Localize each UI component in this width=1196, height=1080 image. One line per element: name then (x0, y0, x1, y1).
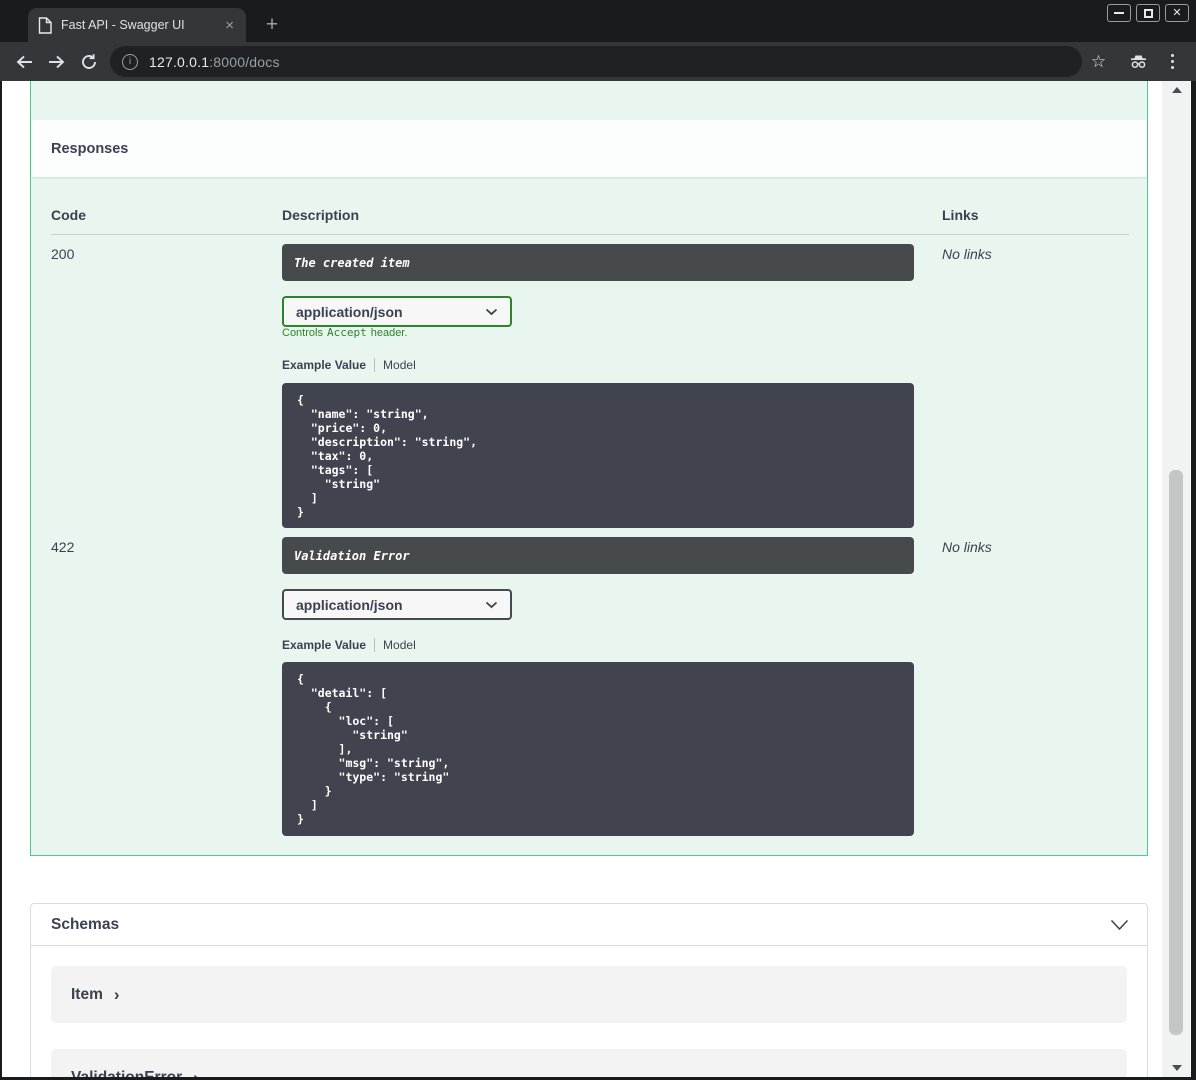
schemas-header: Schemas (31, 904, 1147, 946)
scroll-down-button[interactable] (1172, 1065, 1182, 1071)
info-icon[interactable]: i (122, 53, 138, 70)
accept-header-note: Controls Accept header. (282, 326, 408, 339)
reload-icon (81, 53, 96, 69)
maximize-icon (1143, 8, 1153, 18)
tab-example-value[interactable]: Example Value (282, 638, 366, 652)
table-header-divider (51, 234, 1129, 235)
chevron-right-icon: › (113, 985, 120, 1004)
back-button[interactable] (12, 49, 37, 74)
browser-window: Fast API - Swagger UI × + ✕ i 127.0.0.1:… (0, 0, 1196, 1080)
incognito-badge (1126, 49, 1151, 74)
page-scrollbar[interactable] (1162, 81, 1190, 1077)
example-json-block-422: { "detail": [ { "loc": [ "string" ], "ms… (282, 662, 914, 836)
url-text: 127.0.0.1:8000/docs (149, 53, 280, 70)
scroll-up-button[interactable] (1172, 87, 1182, 93)
no-links-text-200: No links (942, 246, 992, 262)
response-description-200: The created item (282, 244, 914, 281)
menu-button[interactable] (1160, 49, 1185, 74)
tab-separator (374, 358, 376, 372)
chevron-right-icon: › (193, 1069, 199, 1077)
schemas-collapse-button[interactable] (1110, 918, 1129, 936)
column-header-links: Links (942, 207, 979, 223)
kebab-menu-icon (1171, 54, 1174, 69)
tab-strip: Fast API - Swagger UI × + ✕ (0, 0, 1196, 42)
model-tabs-422: Example Value Model (282, 637, 416, 653)
url-bar[interactable]: i 127.0.0.1:8000/docs (110, 46, 1082, 77)
scrollbar-thumb[interactable] (1169, 470, 1183, 1035)
incognito-icon (1131, 55, 1146, 68)
schemas-section: Schemas Item › ValidationError › (30, 903, 1148, 1077)
responses-section-header: Responses (31, 120, 1147, 177)
media-type-select-200[interactable]: application/json (282, 296, 512, 327)
tab-separator (374, 638, 376, 652)
close-button[interactable]: ✕ (1165, 4, 1189, 22)
model-name: ValidationError (71, 1068, 183, 1078)
no-links-text-422: No links (942, 539, 992, 555)
page-icon (38, 16, 52, 34)
browser-tab[interactable]: Fast API - Swagger UI × (28, 8, 246, 42)
responses-opblock: Responses Code Description Links 200 The… (30, 81, 1148, 856)
model-name: Item (71, 985, 103, 1003)
chevron-down-icon (1110, 919, 1129, 931)
column-header-description: Description (282, 207, 360, 223)
close-icon: ✕ (1172, 6, 1182, 19)
response-code-200: 200 (51, 246, 75, 262)
minimize-icon (1114, 12, 1124, 14)
browser-toolbar: i 127.0.0.1:8000/docs ☆ (0, 42, 1196, 81)
model-tabs-200: Example Value Model (282, 357, 416, 373)
response-description-422: Validation Error (282, 537, 914, 574)
media-type-select-422[interactable]: application/json (282, 589, 512, 620)
window-controls: ✕ (1107, 4, 1189, 22)
responses-heading: Responses (51, 140, 129, 157)
back-arrow-icon (16, 55, 32, 68)
forward-arrow-icon (49, 55, 65, 68)
chevron-down-icon (485, 308, 498, 315)
response-code-422: 422 (51, 539, 75, 555)
bookmark-button[interactable]: ☆ (1086, 49, 1111, 74)
new-tab-button[interactable]: + (258, 11, 286, 39)
chevron-down-icon (485, 601, 498, 608)
tab-title: Fast API - Swagger UI (61, 18, 185, 32)
schemas-title: Schemas (51, 915, 120, 933)
maximize-button[interactable] (1136, 4, 1160, 22)
reload-button[interactable] (76, 49, 101, 74)
tab-close-icon[interactable]: × (223, 18, 236, 33)
model-validation-error[interactable]: ValidationError › (51, 1049, 1127, 1077)
swagger-page: Responses Code Description Links 200 The… (2, 81, 1191, 1077)
example-json-block-200: { "name": "string", "price": 0, "descrip… (282, 383, 914, 528)
star-icon: ☆ (1090, 51, 1107, 71)
forward-button[interactable] (44, 49, 69, 74)
tab-example-value[interactable]: Example Value (282, 358, 366, 372)
minimize-button[interactable] (1107, 4, 1131, 22)
tab-model[interactable]: Model (383, 638, 416, 652)
model-item[interactable]: Item › (51, 966, 1127, 1023)
column-header-code: Code (51, 207, 86, 223)
tab-model[interactable]: Model (383, 358, 416, 372)
